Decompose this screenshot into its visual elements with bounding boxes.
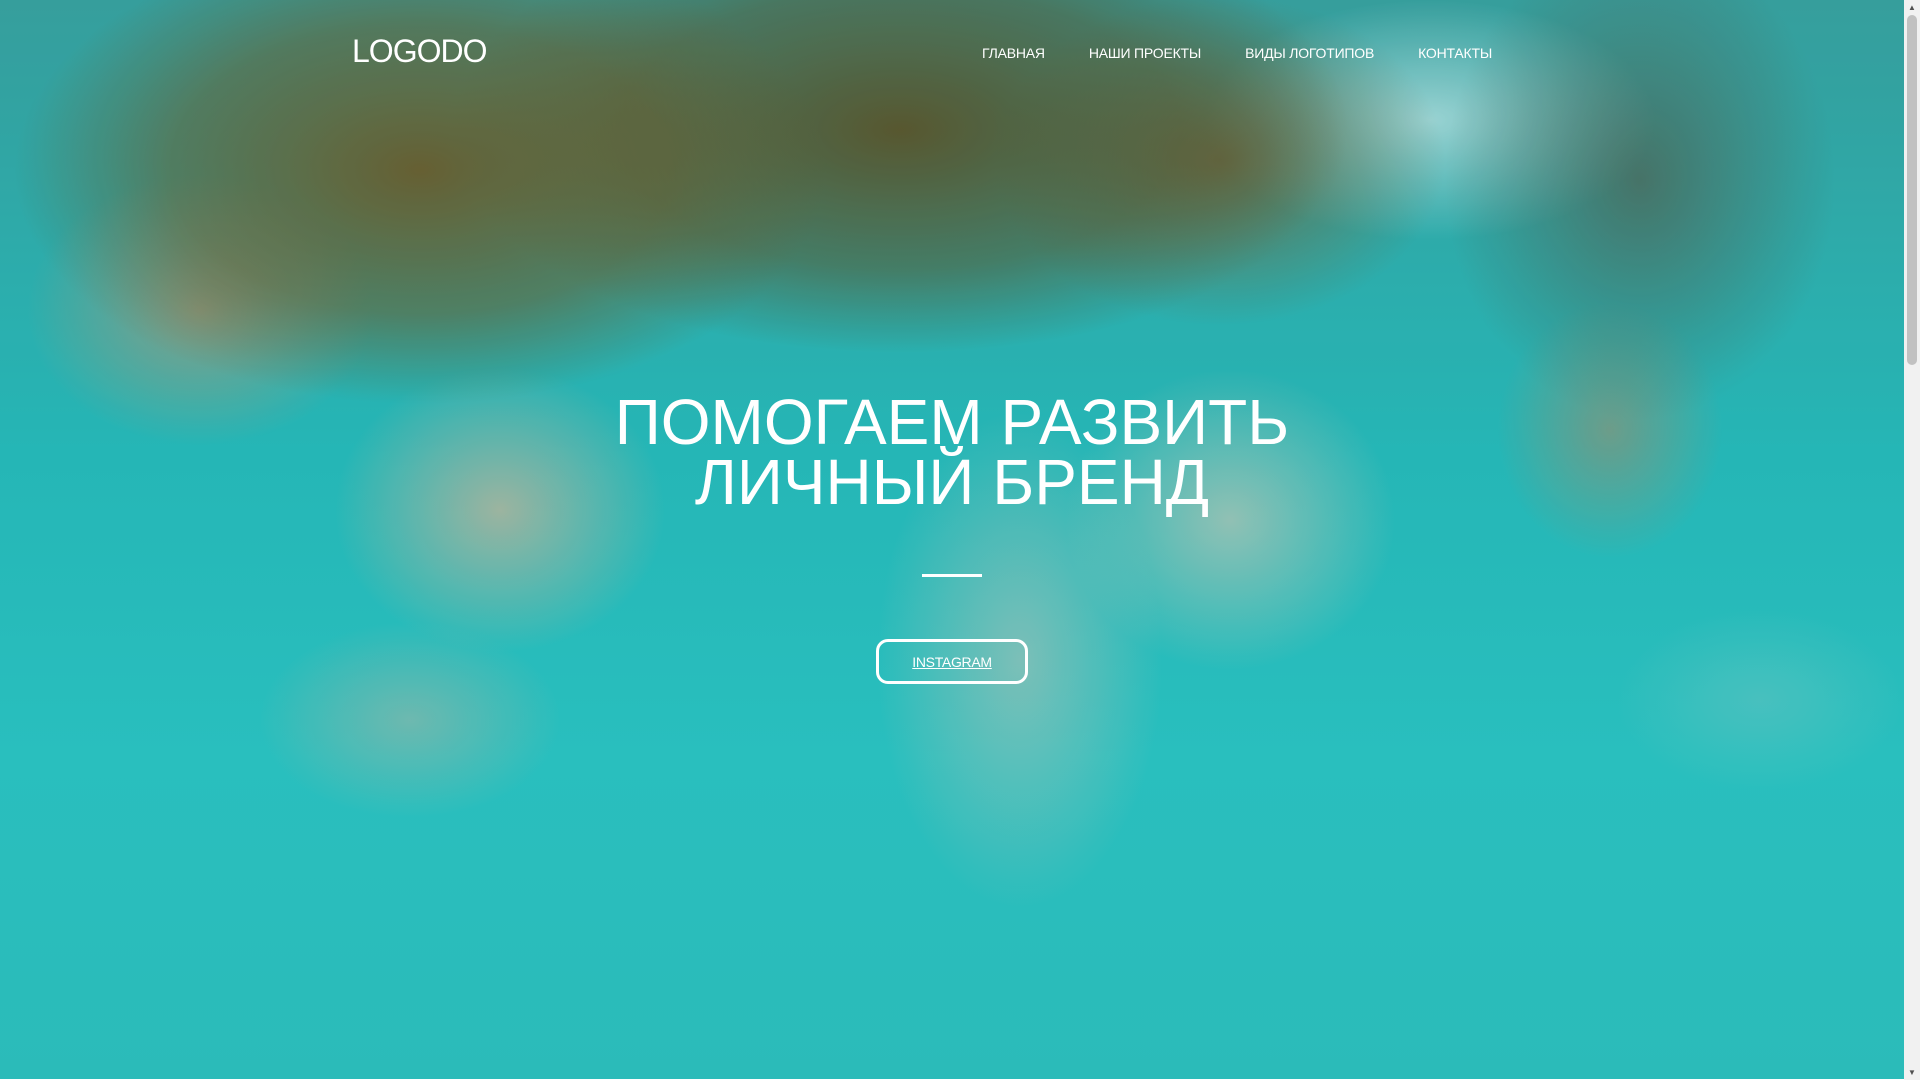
page-scrollbar[interactable]: ▲ ▼ — [1904, 0, 1920, 1080]
instagram-button[interactable]: INSTAGRAM — [876, 639, 1028, 684]
hero-background-image — [0, 0, 1904, 1080]
hero-headline: ПОМОГАЕМ РАЗВИТЬ ЛИЧНЫЙ БРЕНД — [400, 386, 1504, 518]
scrollbar-thumb[interactable] — [1907, 15, 1917, 365]
hero-headline-line-2: ЛИЧНЫЙ БРЕНД — [694, 446, 1210, 518]
scroll-down-arrow-icon[interactable]: ▼ — [1904, 1065, 1920, 1080]
scroll-up-arrow-icon[interactable]: ▲ — [1904, 0, 1920, 15]
nav-item-contacts[interactable]: КОНТАКТЫ — [1418, 45, 1492, 61]
nav-item-logo-types[interactable]: ВИДЫ ЛОГОТИПОВ — [1245, 45, 1374, 61]
nav-item-home[interactable]: ГЛАВНАЯ — [982, 45, 1045, 61]
hero-section: LOGODO ГЛАВНАЯ НАШИ ПРОЕКТЫ ВИДЫ ЛОГОТИП… — [0, 0, 1904, 1080]
hero-headline-line-1: ПОМОГАЕМ РАЗВИТЬ — [614, 386, 1290, 458]
main-navigation: ГЛАВНАЯ НАШИ ПРОЕКТЫ ВИДЫ ЛОГОТИПОВ КОНТ… — [982, 45, 1492, 61]
nav-item-projects[interactable]: НАШИ ПРОЕКТЫ — [1089, 45, 1201, 61]
hero-divider — [922, 574, 982, 577]
site-logo[interactable]: LOGODO — [352, 33, 487, 70]
